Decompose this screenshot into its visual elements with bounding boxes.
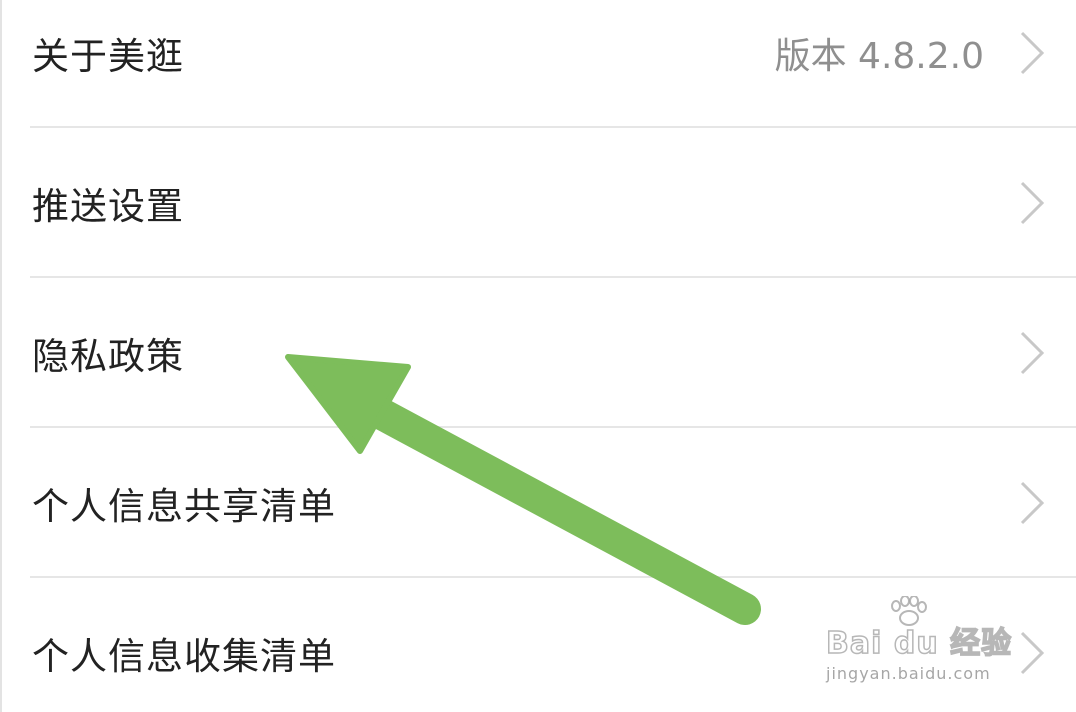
chevron-right-icon bbox=[1020, 631, 1045, 675]
chevron-right-icon bbox=[1020, 31, 1045, 75]
settings-item-info-collection-list[interactable]: 个人信息收集清单 bbox=[0, 578, 1076, 712]
settings-item-label: 个人信息共享清单 bbox=[32, 485, 336, 528]
chevron-right-icon bbox=[1020, 331, 1045, 375]
settings-screen: 关于美逛 版本 4.8.2.0 推送设置 隐私政策 个人信息共享清单 个人信息收… bbox=[0, 0, 1076, 712]
settings-item-privacy-policy[interactable]: 隐私政策 bbox=[0, 278, 1076, 428]
settings-item-label: 推送设置 bbox=[32, 185, 184, 228]
settings-item-push-settings[interactable]: 推送设置 bbox=[0, 128, 1076, 278]
settings-item-info-sharing-list[interactable]: 个人信息共享清单 bbox=[0, 428, 1076, 578]
settings-item-about[interactable]: 关于美逛 版本 4.8.2.0 bbox=[0, 0, 1076, 128]
settings-item-label: 个人信息收集清单 bbox=[32, 635, 336, 678]
settings-item-label: 隐私政策 bbox=[32, 335, 184, 378]
chevron-right-icon bbox=[1020, 181, 1045, 225]
version-value: 版本 4.8.2.0 bbox=[774, 36, 984, 77]
chevron-right-icon bbox=[1020, 481, 1045, 525]
settings-item-label: 关于美逛 bbox=[32, 35, 184, 78]
